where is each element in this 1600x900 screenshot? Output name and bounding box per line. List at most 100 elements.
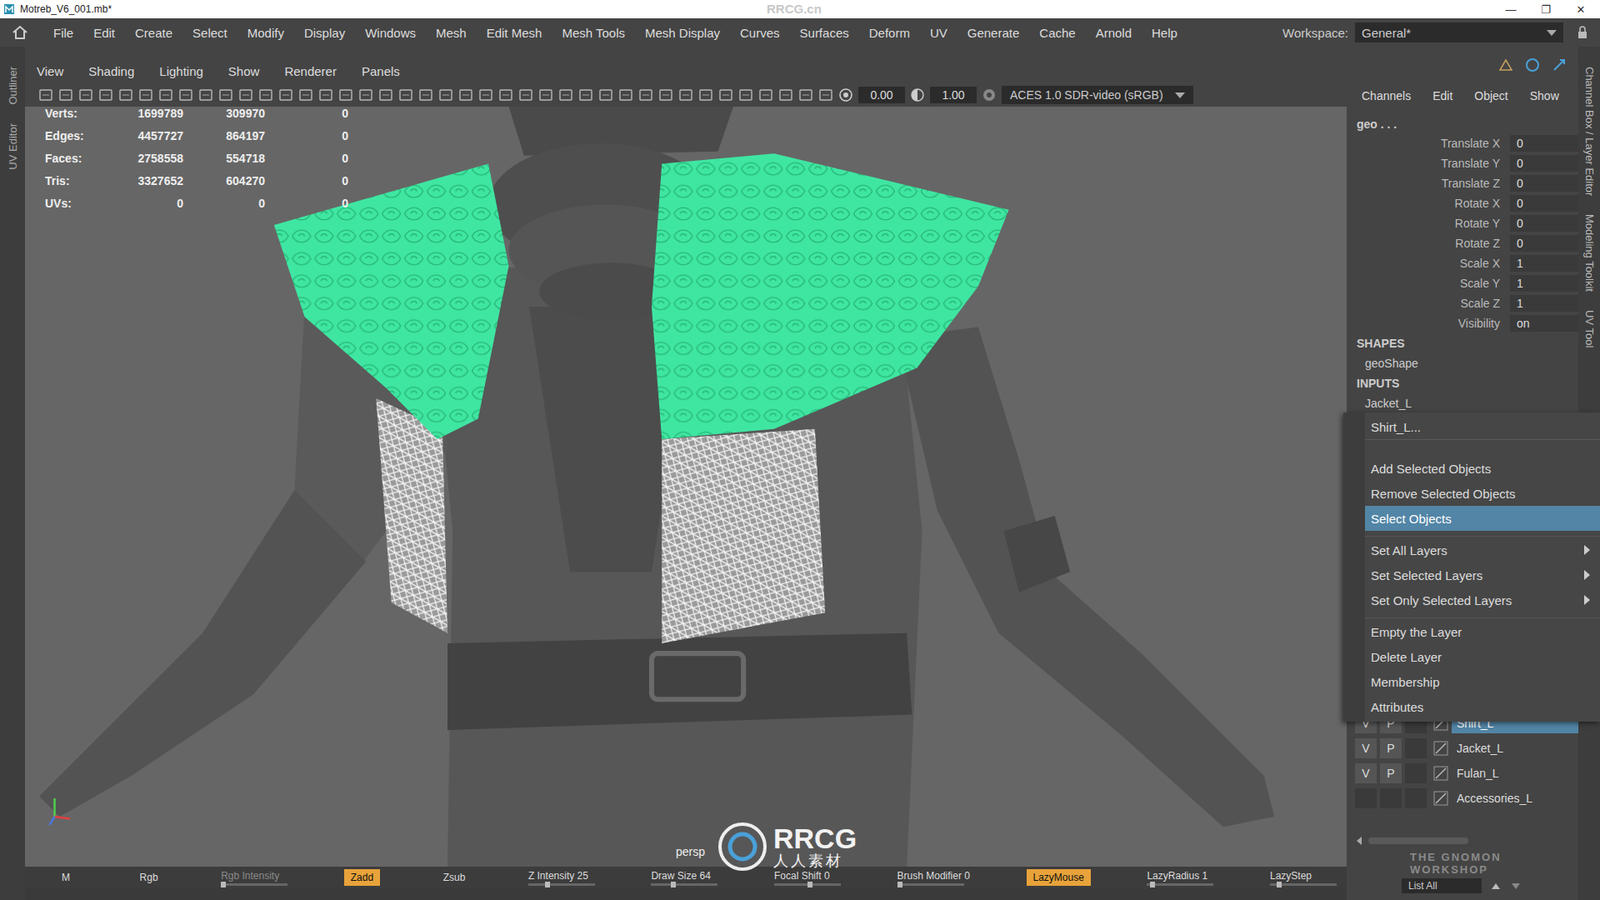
visibility-toggle[interactable] xyxy=(1355,788,1377,809)
exposure-icon[interactable] xyxy=(838,87,854,103)
menu-item[interactable]: Cache xyxy=(1029,25,1085,40)
toolbar-icon[interactable] xyxy=(98,87,114,103)
channel-box-tab[interactable]: Channels xyxy=(1361,89,1411,103)
sculpt-control[interactable]: Rgb Intensity xyxy=(220,870,288,886)
attribute-value[interactable]: 0 xyxy=(1510,215,1579,232)
color-space-dropdown[interactable]: ACES 1.0 SDR-video (sRGB) xyxy=(1001,85,1194,105)
attribute-value[interactable]: 0 xyxy=(1510,135,1579,152)
menu-item[interactable]: Set Only Selected Layers xyxy=(1365,587,1600,613)
window-control[interactable]: — xyxy=(1503,3,1519,16)
attribute-row[interactable]: Rotate Z0 xyxy=(1351,233,1579,254)
side-tab[interactable]: Outliner xyxy=(6,66,20,105)
toolbar-icon[interactable] xyxy=(198,87,214,103)
attribute-row[interactable]: Translate Y0 xyxy=(1351,153,1579,174)
toolbar-icon[interactable] xyxy=(738,87,754,103)
menu-item[interactable]: Empty the Layer xyxy=(1365,619,1600,645)
list-all-option[interactable]: List All xyxy=(1401,878,1482,894)
menu-item[interactable]: Arnold xyxy=(1085,25,1142,40)
shape-node[interactable]: geoShape xyxy=(1351,353,1579,374)
toolbar-icon[interactable] xyxy=(338,87,354,103)
toolbar-icon[interactable] xyxy=(818,87,834,103)
slider-track[interactable] xyxy=(528,883,595,886)
menu-item[interactable]: Mesh xyxy=(425,25,477,40)
side-tab[interactable]: UV Tool xyxy=(1583,310,1596,348)
toolbar-icon[interactable] xyxy=(638,87,654,103)
workspace-dropdown[interactable]: General* xyxy=(1355,22,1564,43)
sculpt-control[interactable]: Zsub xyxy=(436,869,473,886)
scroll-left-icon[interactable] xyxy=(1356,836,1362,845)
viewport-menu-item[interactable]: Renderer xyxy=(284,64,337,79)
toolbar-icon[interactable] xyxy=(118,87,134,103)
slider-knob[interactable] xyxy=(545,881,550,888)
menu-item[interactable]: Surfaces xyxy=(790,25,860,40)
input-node[interactable]: Jacket_L xyxy=(1351,393,1579,414)
side-tab[interactable]: Modeling Toolkit xyxy=(1583,214,1596,292)
menu-item[interactable]: Remove Selected Objects xyxy=(1365,480,1600,506)
menu-item[interactable]: Mesh Tools xyxy=(551,25,635,40)
toolbar-icon[interactable] xyxy=(578,87,594,103)
color-management-icon[interactable] xyxy=(981,87,997,103)
slider-knob[interactable] xyxy=(807,881,813,888)
menu-item[interactable]: Delete Layer xyxy=(1365,644,1600,670)
attribute-value[interactable]: 1 xyxy=(1510,275,1579,292)
move-up-icon[interactable] xyxy=(1490,880,1502,892)
layer-scrollbar[interactable] xyxy=(1351,834,1579,848)
channel-box-tab[interactable]: Show xyxy=(1530,89,1560,103)
sculpt-control[interactable]: LazyRadius 1 xyxy=(1146,870,1214,886)
menu-item[interactable]: Add Selected Objects xyxy=(1365,455,1600,481)
menu-item[interactable]: Edit xyxy=(83,25,125,40)
menu-item[interactable]: Edit Mesh xyxy=(476,25,553,40)
toolbar-icon[interactable] xyxy=(258,87,274,103)
attribute-value[interactable]: 0 xyxy=(1510,175,1579,192)
menu-item[interactable]: Display xyxy=(294,25,355,40)
menu-item[interactable]: Modify xyxy=(237,25,295,40)
toolbar-icon[interactable] xyxy=(618,87,634,103)
toolbar-icon[interactable] xyxy=(358,87,374,103)
layer-color-icon[interactable] xyxy=(1433,740,1449,756)
attribute-row[interactable]: Scale Z1 xyxy=(1351,293,1579,314)
sculpt-control[interactable]: Focal Shift 0 xyxy=(774,870,841,886)
attribute-editor-icon[interactable] xyxy=(1525,57,1540,73)
toolbar-icon[interactable] xyxy=(158,87,174,103)
attribute-value[interactable]: on xyxy=(1510,315,1579,332)
toolbar-icon[interactable] xyxy=(658,87,674,103)
sculpt-control[interactable]: M xyxy=(55,869,77,886)
toolbar-icon[interactable] xyxy=(558,87,574,103)
sculpt-control[interactable]: LazyStep xyxy=(1270,870,1337,886)
gamma-field[interactable]: 1.00 xyxy=(930,86,977,104)
lock-icon[interactable] xyxy=(1576,25,1589,40)
attribute-value[interactable]: 1 xyxy=(1510,295,1579,312)
layer-row[interactable]: Accessories_L xyxy=(1351,785,1579,811)
attribute-row[interactable]: Rotate X0 xyxy=(1351,193,1579,214)
sculpt-control[interactable]: Brush Modifier 0 xyxy=(897,870,970,886)
toolbar-icon[interactable] xyxy=(138,87,154,103)
layer-color-icon[interactable] xyxy=(1433,765,1449,781)
viewport-menu-item[interactable]: View xyxy=(36,64,64,79)
slider-knob[interactable] xyxy=(1150,881,1155,888)
menu-item[interactable]: Mesh Display xyxy=(635,25,730,40)
channel-box-icon[interactable] xyxy=(1498,57,1514,73)
viewport-menu-item[interactable]: Shading xyxy=(88,64,135,79)
toolbar-icon[interactable] xyxy=(418,87,434,103)
sculpt-control[interactable]: Draw Size 64 xyxy=(650,870,718,886)
sculpt-control[interactable]: Z Intensity 25 xyxy=(528,870,595,886)
slider-knob[interactable] xyxy=(220,881,226,888)
character-model[interactable] xyxy=(25,106,1347,867)
viewport-menu-item[interactable]: Lighting xyxy=(159,64,204,79)
attribute-row[interactable]: Translate X0 xyxy=(1351,133,1579,154)
menu-item[interactable]: Create xyxy=(125,25,183,40)
attribute-row[interactable]: Visibilityon xyxy=(1351,313,1579,334)
toolbar-icon[interactable] xyxy=(518,87,534,103)
home-icon[interactable] xyxy=(11,25,29,40)
toolbar-icon[interactable] xyxy=(598,87,614,103)
toolbar-icon[interactable] xyxy=(538,87,554,103)
layer-row[interactable]: VPFulan_L xyxy=(1351,760,1579,786)
slider-track[interactable] xyxy=(774,883,841,886)
side-tab[interactable]: UV Editor xyxy=(6,123,20,170)
menu-item[interactable]: Set Selected Layers xyxy=(1365,562,1600,588)
move-down-icon[interactable] xyxy=(1510,880,1522,892)
sculpt-control[interactable]: Rgb xyxy=(133,869,165,886)
menu-item[interactable]: Curves xyxy=(730,25,790,40)
playback-toggle[interactable]: P xyxy=(1380,738,1402,759)
sculpt-control[interactable]: LazyMouse xyxy=(1026,869,1091,886)
